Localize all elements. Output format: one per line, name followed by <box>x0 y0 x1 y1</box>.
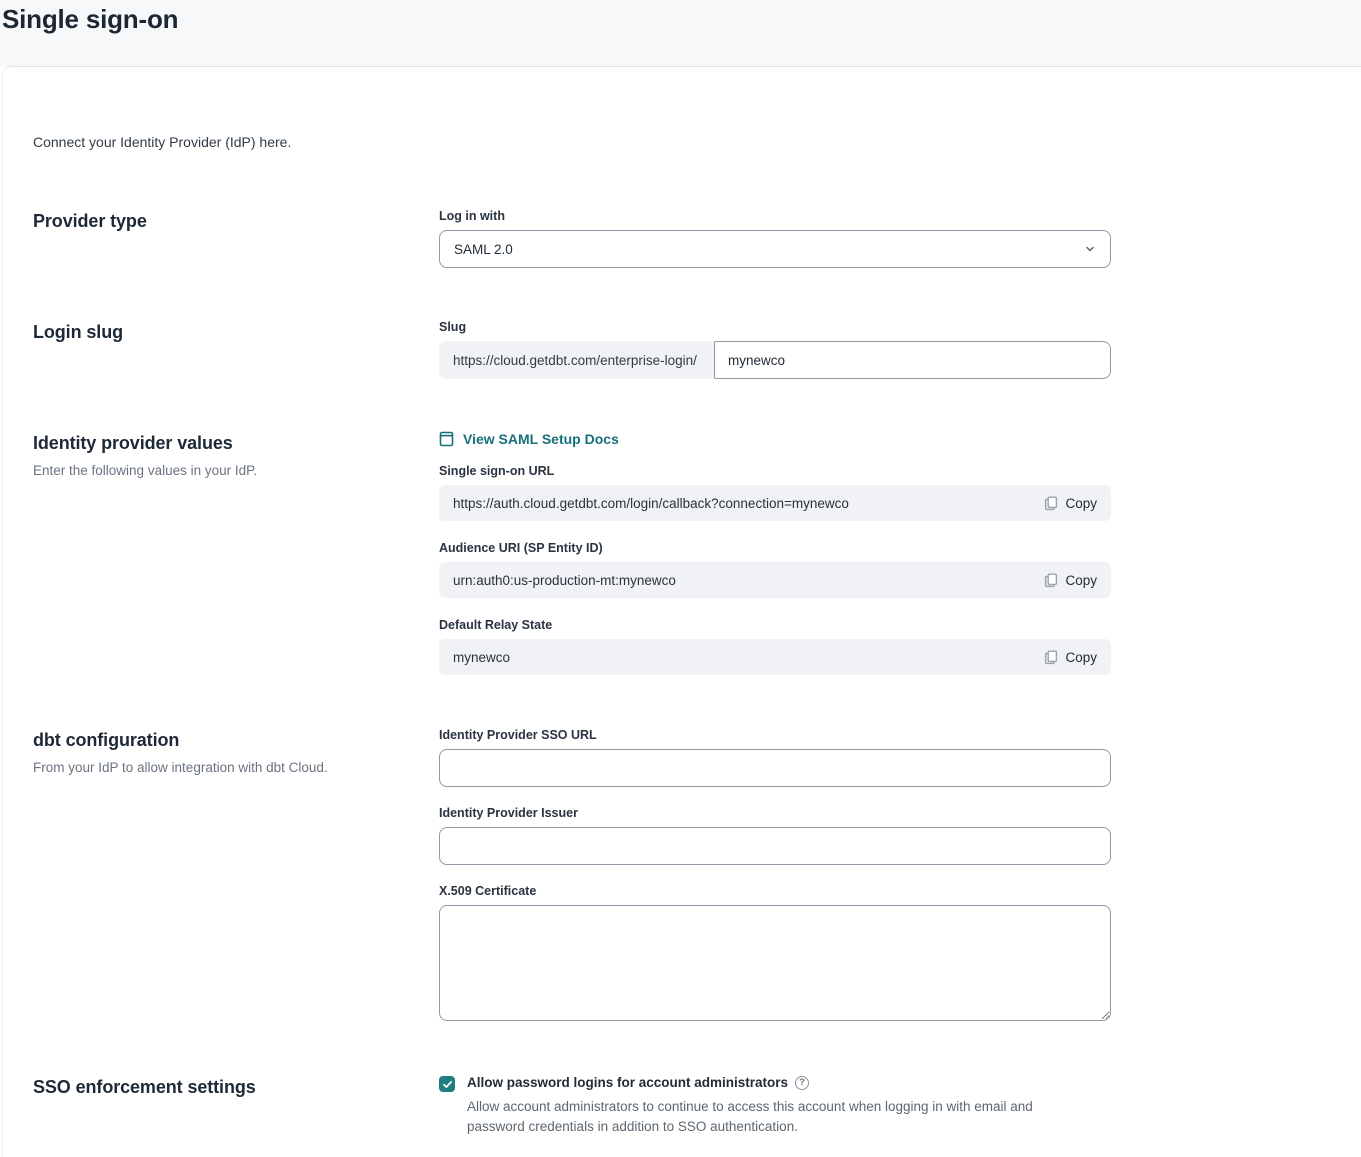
default-relay-state-group: Default Relay State mynewco Copy <box>439 618 1111 675</box>
login-with-select[interactable]: SAML 2.0 <box>439 230 1111 268</box>
identity-provider-values-heading: Identity provider values <box>33 433 439 454</box>
x509-certificate-textarea[interactable] <box>439 905 1111 1021</box>
default-relay-state-field: mynewco Copy <box>439 639 1111 675</box>
single-sign-on-url-label: Single sign-on URL <box>439 464 1111 478</box>
dbt-configuration-heading: dbt configuration <box>33 730 439 751</box>
default-relay-state-value: mynewco <box>453 650 1044 665</box>
idp-sso-url-input[interactable] <box>439 749 1111 787</box>
copy-button-label: Copy <box>1065 573 1097 588</box>
copy-button-label: Copy <box>1065 650 1097 665</box>
copy-button-label: Copy <box>1065 496 1097 511</box>
section-sso-enforcement: SSO enforcement settings Allow password … <box>33 1075 1361 1137</box>
section-login-slug: Login slug Slug https://cloud.getdbt.com… <box>33 320 1361 379</box>
slug-label: Slug <box>439 320 1111 334</box>
identity-provider-values-subheading: Enter the following values in your IdP. <box>33 463 439 478</box>
x509-certificate-label: X.509 Certificate <box>439 884 1111 898</box>
idp-issuer-input[interactable] <box>439 827 1111 865</box>
idp-sso-url-group: Identity Provider SSO URL <box>439 728 1111 787</box>
copy-default-relay-state-button[interactable]: Copy <box>1044 650 1097 665</box>
idp-issuer-label: Identity Provider Issuer <box>439 806 1111 820</box>
login-with-label: Log in with <box>439 209 1111 223</box>
section-dbt-configuration: dbt configuration From your IdP to allow… <box>33 728 1361 1021</box>
copy-icon <box>1044 650 1058 665</box>
allow-password-logins-label: Allow password logins for account admini… <box>467 1075 788 1090</box>
check-icon <box>442 1079 453 1090</box>
section-identity-provider-values: Identity provider values Enter the follo… <box>33 431 1361 675</box>
sso-settings-card: Connect your Identity Provider (IdP) her… <box>2 66 1361 1157</box>
x509-certificate-group: X.509 Certificate <box>439 884 1111 1021</box>
audience-uri-group: Audience URI (SP Entity ID) urn:auth0:us… <box>439 541 1111 598</box>
journal-icon <box>439 431 454 447</box>
idp-issuer-group: Identity Provider Issuer <box>439 806 1111 865</box>
copy-audience-uri-button[interactable]: Copy <box>1044 573 1097 588</box>
copy-icon <box>1044 573 1058 588</box>
provider-type-heading: Provider type <box>33 211 439 232</box>
page-title: Single sign-on <box>2 4 1361 35</box>
single-sign-on-url-value: https://auth.cloud.getdbt.com/login/call… <box>453 496 1044 511</box>
idp-sso-url-label: Identity Provider SSO URL <box>439 728 1111 742</box>
single-sign-on-url-field: https://auth.cloud.getdbt.com/login/call… <box>439 485 1111 521</box>
slug-field-group: https://cloud.getdbt.com/enterprise-logi… <box>439 341 1111 379</box>
audience-uri-field: urn:auth0:us-production-mt:mynewco Copy <box>439 562 1111 598</box>
default-relay-state-label: Default Relay State <box>439 618 1111 632</box>
login-with-selected-value: SAML 2.0 <box>454 242 513 257</box>
slug-url-prefix: https://cloud.getdbt.com/enterprise-logi… <box>439 341 714 379</box>
sso-enforcement-heading: SSO enforcement settings <box>33 1077 439 1098</box>
dbt-configuration-subheading: From your IdP to allow integration with … <box>33 760 439 775</box>
audience-uri-value: urn:auth0:us-production-mt:mynewco <box>453 573 1044 588</box>
chevron-down-icon <box>1084 243 1096 255</box>
view-saml-setup-docs-link[interactable]: View SAML Setup Docs <box>439 431 619 447</box>
sso-url-group: Single sign-on URL https://auth.cloud.ge… <box>439 464 1111 521</box>
allow-password-logins-description: Allow account administrators to continue… <box>467 1097 1087 1137</box>
help-icon[interactable]: ? <box>795 1076 809 1090</box>
copy-sso-url-button[interactable]: Copy <box>1044 496 1097 511</box>
section-provider-type: Provider type Log in with SAML 2.0 <box>33 209 1361 268</box>
page-header: Single sign-on <box>0 0 1361 66</box>
allow-password-logins-row: Allow password logins for account admini… <box>439 1075 1111 1137</box>
intro-text: Connect your Identity Provider (IdP) her… <box>33 134 1361 150</box>
view-saml-setup-docs-label: View SAML Setup Docs <box>463 431 619 447</box>
audience-uri-label: Audience URI (SP Entity ID) <box>439 541 1111 555</box>
allow-password-logins-checkbox[interactable] <box>439 1076 455 1092</box>
slug-input[interactable] <box>714 341 1111 379</box>
login-slug-heading: Login slug <box>33 322 439 343</box>
copy-icon <box>1044 496 1058 511</box>
